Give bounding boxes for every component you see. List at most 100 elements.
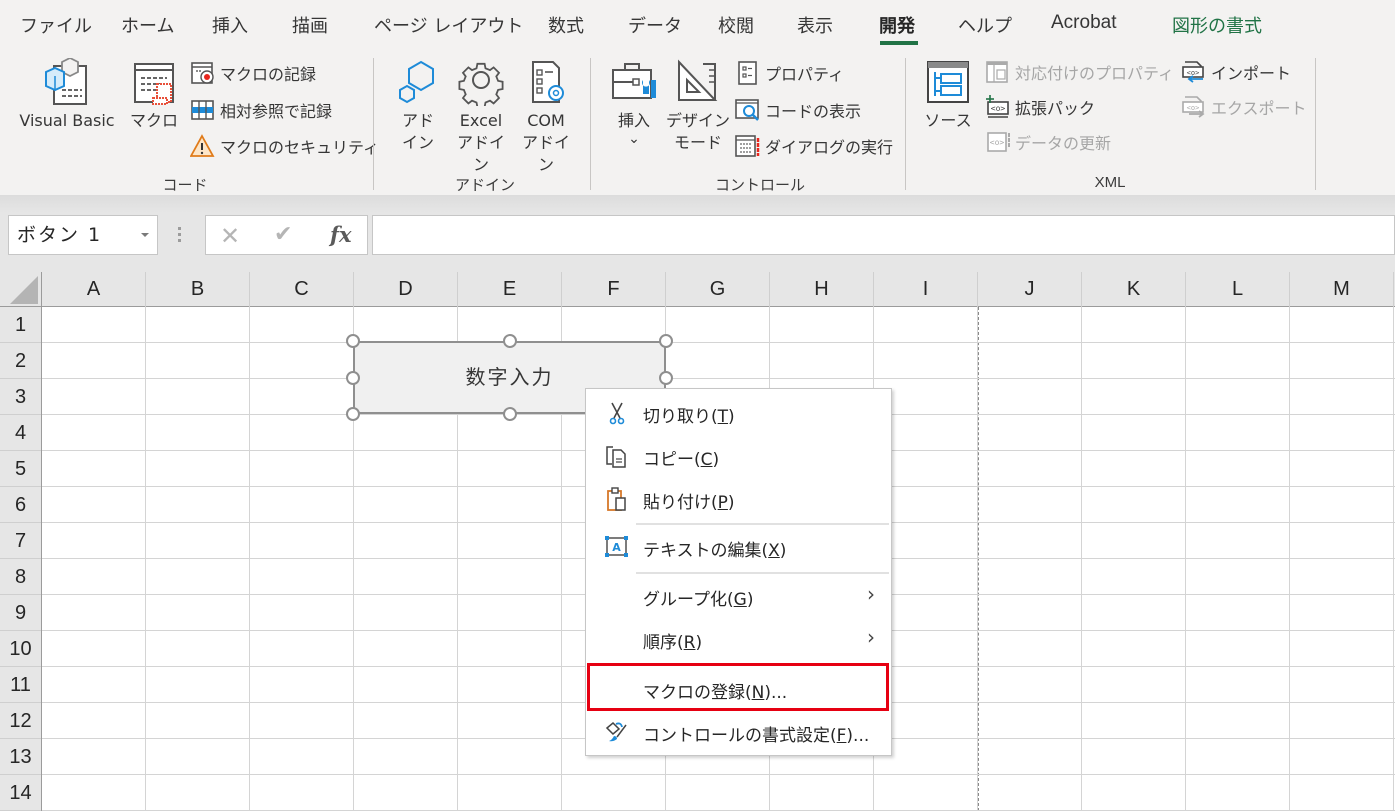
- enter-icon[interactable]: ✔: [274, 222, 292, 247]
- tab-shape-format[interactable]: 図形の書式: [1172, 12, 1262, 38]
- com-add-ins-icon: [532, 61, 564, 103]
- row-header-9[interactable]: 9: [0, 595, 41, 631]
- resize-handle-top[interactable]: [503, 334, 517, 348]
- view-code-button[interactable]: コードの表示: [735, 97, 861, 123]
- expansion-packs-button[interactable]: <o> 拡張パック: [985, 94, 1095, 120]
- row-header-3[interactable]: 3: [0, 379, 41, 415]
- tab-data[interactable]: データ: [628, 12, 682, 38]
- macro-security-button[interactable]: マクロのセキュリティ: [190, 133, 379, 159]
- formula-input[interactable]: [372, 215, 1395, 255]
- xml-source-button[interactable]: ソース: [920, 58, 976, 132]
- design-mode-button[interactable]: デザイン モード: [666, 58, 730, 154]
- gridline-horizontal: [42, 774, 1395, 775]
- tab-review[interactable]: 校閲: [718, 12, 754, 38]
- menu-item-edit-text[interactable]: A テキストの編集(X): [586, 527, 891, 567]
- menu-item-paste[interactable]: 貼り付け(P): [586, 479, 891, 519]
- menu-item-label: 貼り付け(P): [643, 493, 735, 513]
- column-header-L[interactable]: L: [1186, 272, 1290, 307]
- column-header-B[interactable]: B: [146, 272, 250, 307]
- menu-item-order[interactable]: 順序(R) ›: [586, 619, 891, 659]
- name-box[interactable]: ボタン 1: [8, 215, 158, 255]
- tab-file[interactable]: ファイル: [20, 12, 92, 38]
- row-header-12[interactable]: 12: [0, 703, 41, 739]
- row-header-11[interactable]: 11: [0, 667, 41, 703]
- resize-handle-top-right[interactable]: [659, 334, 673, 348]
- run-dialog-button[interactable]: ダイアログの実行: [735, 133, 893, 159]
- use-relative-references-button[interactable]: 相対参照で記録: [190, 97, 332, 123]
- column-header-E[interactable]: E: [458, 272, 562, 307]
- column-header-A[interactable]: A: [42, 272, 146, 307]
- macro-icon: [134, 63, 174, 105]
- menu-item-format-control[interactable]: コントロールの書式設定(F)...: [586, 712, 891, 752]
- xml-export-button[interactable]: <o> エクスポート: [1181, 94, 1307, 120]
- record-macro-icon: [191, 62, 214, 84]
- insert-control-button[interactable]: 挿入 ⌄: [606, 58, 662, 146]
- properties-button[interactable]: プロパティ: [735, 60, 844, 86]
- resize-handle-top-left[interactable]: [346, 334, 360, 348]
- tab-page-layout[interactable]: ページ レイアウト: [374, 12, 523, 38]
- menu-item-copy[interactable]: コピー(C): [586, 436, 891, 476]
- map-properties-icon: [986, 61, 1008, 83]
- row-header-14[interactable]: 14: [0, 775, 41, 811]
- import-icon: <o>: [1182, 61, 1204, 83]
- excel-add-ins-button[interactable]: Excel アドイン: [452, 58, 510, 176]
- column-header-J[interactable]: J: [978, 272, 1082, 307]
- com-add-ins-button[interactable]: COM アドイン: [516, 58, 576, 176]
- select-all-button[interactable]: [0, 272, 42, 307]
- row-header-8[interactable]: 8: [0, 559, 41, 595]
- refresh-data-button[interactable]: <o> データの更新: [985, 129, 1111, 155]
- resize-handle-bottom-left[interactable]: [346, 407, 360, 421]
- menu-item-cut[interactable]: 切り取り(T): [586, 393, 891, 433]
- column-header-K[interactable]: K: [1082, 272, 1186, 307]
- row-header-10[interactable]: 10: [0, 631, 41, 667]
- insert-control-label: 挿入: [617, 111, 650, 130]
- row-header-1[interactable]: 1: [0, 307, 41, 343]
- column-header-D[interactable]: D: [354, 272, 458, 307]
- column-header-H[interactable]: H: [770, 272, 874, 307]
- excel-add-ins-label-line2: アドイン: [456, 133, 505, 174]
- row-header-5[interactable]: 5: [0, 451, 41, 487]
- resize-handle-left[interactable]: [346, 371, 360, 385]
- expansion-packs-label: 拡張パック: [1015, 99, 1096, 118]
- row-header-7[interactable]: 7: [0, 523, 41, 559]
- macros-button[interactable]: マクロ: [128, 58, 180, 132]
- name-box-dropdown-icon[interactable]: [141, 233, 149, 237]
- ribbon: Visual Basic マクロ マクロの記録 相対参照で記録 マクロのセキュリ…: [0, 50, 1395, 195]
- group-label-add-ins: アドイン: [454, 176, 515, 194]
- row-header-6[interactable]: 6: [0, 487, 41, 523]
- column-header-C[interactable]: C: [250, 272, 354, 307]
- tab-acrobat[interactable]: Acrobat: [1051, 12, 1116, 34]
- visual-basic-button[interactable]: Visual Basic: [12, 58, 122, 132]
- menu-separator: [636, 523, 889, 525]
- add-ins-button[interactable]: アド イン: [390, 58, 446, 154]
- row-header-13[interactable]: 13: [0, 739, 41, 775]
- tab-insert[interactable]: 挿入: [212, 12, 248, 38]
- tab-view[interactable]: 表示: [797, 12, 833, 38]
- tab-home[interactable]: ホーム: [121, 12, 174, 38]
- column-header-F[interactable]: F: [562, 272, 666, 307]
- gridline-vertical: [249, 307, 250, 811]
- column-header-I[interactable]: I: [874, 272, 978, 307]
- tab-draw[interactable]: 描画: [292, 12, 328, 38]
- tab-developer[interactable]: 開発: [879, 12, 915, 38]
- macros-label: マクロ: [129, 111, 178, 130]
- map-properties-button[interactable]: 対応付けのプロパティ: [985, 59, 1174, 85]
- column-header-M[interactable]: M: [1290, 272, 1394, 307]
- tab-formulas[interactable]: 数式: [548, 12, 584, 38]
- cancel-icon[interactable]: ✕: [220, 222, 240, 250]
- menu-item-group[interactable]: グループ化(G) ›: [586, 576, 891, 616]
- gridline-vertical: [1393, 307, 1394, 811]
- record-macro-button[interactable]: マクロの記録: [190, 60, 316, 86]
- insert-function-icon[interactable]: fx: [330, 222, 352, 247]
- row-header-2[interactable]: 2: [0, 343, 41, 379]
- resize-handle-right[interactable]: [659, 371, 673, 385]
- tab-help[interactable]: ヘルプ: [958, 12, 1012, 38]
- column-header-G[interactable]: G: [666, 272, 770, 307]
- row-header-4[interactable]: 4: [0, 415, 41, 451]
- group-separator: [1315, 58, 1316, 190]
- menu-item-assign-macro[interactable]: マクロの登録(N)...: [586, 669, 891, 709]
- xml-import-button[interactable]: <o> インポート: [1181, 59, 1291, 85]
- submenu-arrow-icon: ›: [867, 625, 875, 649]
- resize-handle-bottom[interactable]: [503, 407, 517, 421]
- formula-bar-resize-handle[interactable]: [178, 227, 182, 245]
